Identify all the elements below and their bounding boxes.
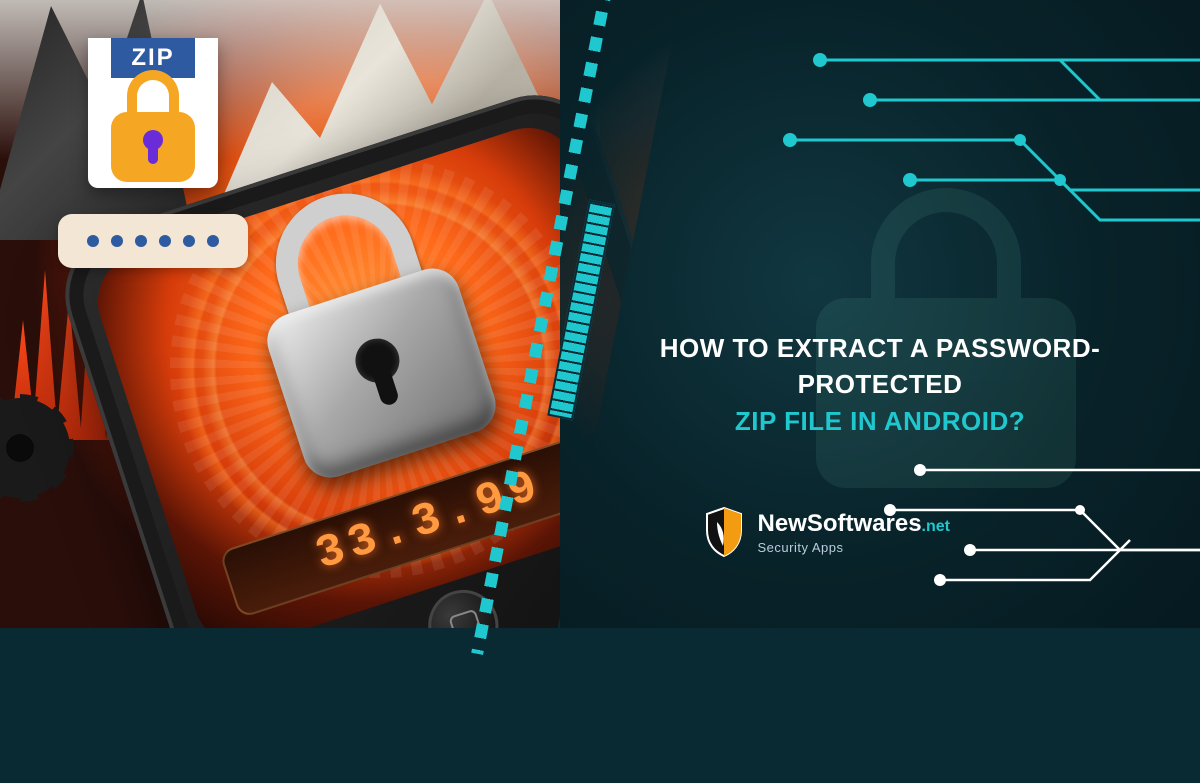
brand-shield-icon [703,506,745,558]
file-icon: ZIP [88,38,218,188]
brand-text: NewSoftwares.net Security Apps [757,510,950,555]
zip-file-badge: ZIP [58,38,248,268]
lock-icon [111,94,195,188]
brand-name-suffix: .net [922,518,950,535]
headline-line1: HOW TO EXTRACT A PASSWORD-PROTECTED [620,330,1140,403]
gear-icon [0,408,60,488]
brand-block: NewSoftwares.net Security Apps [703,506,950,558]
password-dots [58,214,248,268]
brand-name-main: NewSoftwares [757,510,921,537]
headline-line2: ZIP FILE IN ANDROID? [620,403,1140,439]
headline: HOW TO EXTRACT A PASSWORD-PROTECTED ZIP … [620,330,1140,439]
brand-tagline: Security Apps [757,540,950,555]
circuit-lines-top [760,20,1200,240]
right-panel: HOW TO EXTRACT A PASSWORD-PROTECTED ZIP … [560,0,1200,628]
promo-banner: 33.3.99 ZIP [0,0,1200,628]
